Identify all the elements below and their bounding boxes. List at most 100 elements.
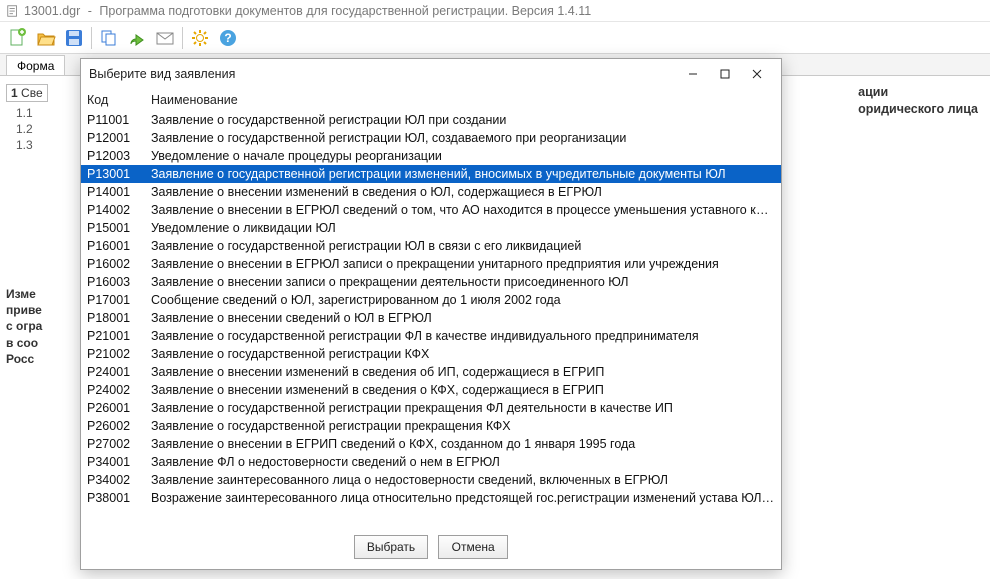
- row-code: Р11001: [87, 112, 151, 128]
- row-code: Р12003: [87, 148, 151, 164]
- list-row[interactable]: Р17001Сообщение сведений о ЮЛ, зарегистр…: [81, 291, 781, 309]
- select-type-dialog: Выберите вид заявления Код Наименование …: [80, 58, 782, 570]
- list-row[interactable]: Р24001Заявление о внесении изменений в с…: [81, 363, 781, 381]
- close-button[interactable]: [741, 61, 773, 87]
- row-code: Р13001: [87, 166, 151, 182]
- row-name: Заявление о внесении изменений в сведени…: [151, 382, 775, 398]
- app-icon: [6, 4, 20, 18]
- row-name: Заявление о внесении записи о прекращени…: [151, 274, 775, 290]
- row-name: Заявление о государственной регистрации …: [151, 400, 775, 416]
- row-code: Р21002: [87, 346, 151, 362]
- svg-text:?: ?: [224, 31, 231, 45]
- left-tree: 1 Све 1.1 1.2 1.3: [6, 84, 46, 153]
- type-list[interactable]: Р11001Заявление о государственной регист…: [81, 111, 781, 529]
- row-code: Р34002: [87, 472, 151, 488]
- row-name: Заявление о государственной регистрации …: [151, 112, 775, 128]
- mail-button[interactable]: [151, 24, 179, 52]
- row-code: Р17001: [87, 292, 151, 308]
- toolbar-separator-2: [182, 27, 183, 49]
- row-code: Р24002: [87, 382, 151, 398]
- row-code: Р12001: [87, 130, 151, 146]
- copy-button[interactable]: [95, 24, 123, 52]
- save-button[interactable]: [60, 24, 88, 52]
- dialog-title: Выберите вид заявления: [89, 67, 677, 81]
- list-row[interactable]: Р16003Заявление о внесении записи о прек…: [81, 273, 781, 291]
- row-name: Заявление о государственной регистрации …: [151, 346, 775, 362]
- list-row[interactable]: Р21001Заявление о государственной регист…: [81, 327, 781, 345]
- list-row[interactable]: Р12001Заявление о государственной регист…: [81, 129, 781, 147]
- row-code: Р14001: [87, 184, 151, 200]
- row-code: Р16003: [87, 274, 151, 290]
- cancel-button[interactable]: Отмена: [438, 535, 508, 559]
- app-filename: 13001.dgr: [24, 4, 80, 18]
- list-row[interactable]: Р16002Заявление о внесении в ЕГРЮЛ запис…: [81, 255, 781, 273]
- list-row[interactable]: Р34001Заявление ФЛ о недостоверности све…: [81, 453, 781, 471]
- list-row[interactable]: Р13001Заявление о государственной регист…: [81, 165, 781, 183]
- dialog-titlebar[interactable]: Выберите вид заявления: [81, 59, 781, 89]
- list-row[interactable]: Р21002Заявление о государственной регист…: [81, 345, 781, 363]
- tree-item-1-3[interactable]: 1.3: [14, 137, 46, 153]
- help-button[interactable]: ?: [214, 24, 242, 52]
- app-titlebar: 13001.dgr - Программа подготовки докумен…: [0, 0, 990, 22]
- row-code: Р34001: [87, 454, 151, 470]
- list-row[interactable]: Р18001Заявление о внесении сведений о ЮЛ…: [81, 309, 781, 327]
- row-code: Р38001: [87, 490, 151, 506]
- row-code: Р26001: [87, 400, 151, 416]
- row-code: Р16002: [87, 256, 151, 272]
- list-row[interactable]: Р38001Возражение заинтересованного лица …: [81, 489, 781, 507]
- tab-form[interactable]: Форма: [6, 55, 65, 75]
- tree-item-1[interactable]: 1 Све: [6, 84, 48, 102]
- row-name: Уведомление о ликвидации ЮЛ: [151, 220, 775, 236]
- list-row[interactable]: Р14001Заявление о внесении изменений в с…: [81, 183, 781, 201]
- list-header: Код Наименование: [81, 89, 781, 111]
- row-name: Уведомление о начале процедуры реорганиз…: [151, 148, 775, 164]
- tree-item-1-2[interactable]: 1.2: [14, 121, 46, 137]
- new-button[interactable]: [4, 24, 32, 52]
- row-code: Р16001: [87, 238, 151, 254]
- header-name[interactable]: Наименование: [151, 93, 775, 107]
- row-name: Заявление о государственной регистрации …: [151, 238, 775, 254]
- background-partial-text: Изме приве с огра в соо Росс: [6, 286, 58, 367]
- list-row[interactable]: Р26001Заявление о государственной регист…: [81, 399, 781, 417]
- row-name: Сообщение сведений о ЮЛ, зарегистрирован…: [151, 292, 775, 308]
- list-row[interactable]: Р16001Заявление о государственной регист…: [81, 237, 781, 255]
- row-name: Заявление заинтересованного лица о недос…: [151, 472, 775, 488]
- row-code: Р27002: [87, 436, 151, 452]
- minimize-button[interactable]: [677, 61, 709, 87]
- row-name: Заявление о государственной регистрации …: [151, 166, 775, 182]
- export-button[interactable]: [123, 24, 151, 52]
- header-code[interactable]: Код: [87, 93, 151, 107]
- dialog-body: Код Наименование Р11001Заявление о госуд…: [81, 89, 781, 529]
- list-row[interactable]: Р34002Заявление заинтересованного лица о…: [81, 471, 781, 489]
- list-row[interactable]: Р12003Уведомление о начале процедуры рео…: [81, 147, 781, 165]
- list-row[interactable]: Р27002Заявление о внесении в ЕГРИП сведе…: [81, 435, 781, 453]
- row-name: Заявление о внесении изменений в сведени…: [151, 184, 775, 200]
- list-row[interactable]: Р11001Заявление о государственной регист…: [81, 111, 781, 129]
- row-code: Р14002: [87, 202, 151, 218]
- tree-item-1-1[interactable]: 1.1: [14, 105, 46, 121]
- row-code: Р26002: [87, 418, 151, 434]
- list-row[interactable]: Р14002Заявление о внесении в ЕГРЮЛ сведе…: [81, 201, 781, 219]
- settings-button[interactable]: [186, 24, 214, 52]
- list-row[interactable]: Р15001Уведомление о ликвидации ЮЛ: [81, 219, 781, 237]
- list-row[interactable]: Р26002Заявление о государственной регист…: [81, 417, 781, 435]
- maximize-button[interactable]: [709, 61, 741, 87]
- row-name: Возражение заинтересованного лица относи…: [151, 490, 775, 506]
- list-row[interactable]: Р24002Заявление о внесении изменений в с…: [81, 381, 781, 399]
- row-code: Р18001: [87, 310, 151, 326]
- row-name: Заявление о государственной регистрации …: [151, 328, 775, 344]
- row-name: Заявление о государственной регистрации …: [151, 130, 775, 146]
- row-name: Заявление о внесении в ЕГРЮЛ записи о пр…: [151, 256, 775, 272]
- row-name: Заявление о внесении сведений о ЮЛ в ЕГР…: [151, 310, 775, 326]
- row-name: Заявление о внесении в ЕГРЮЛ сведений о …: [151, 202, 775, 218]
- dialog-buttons: Выбрать Отмена: [81, 529, 781, 569]
- row-code: Р24001: [87, 364, 151, 380]
- select-button[interactable]: Выбрать: [354, 535, 428, 559]
- open-button[interactable]: [32, 24, 60, 52]
- row-name: Заявление о внесении в ЕГРИП сведений о …: [151, 436, 775, 452]
- row-name: Заявление ФЛ о недостоверности сведений …: [151, 454, 775, 470]
- background-right-text: ации оридического лица: [858, 84, 978, 118]
- row-code: Р21001: [87, 328, 151, 344]
- row-name: Заявление о государственной регистрации …: [151, 418, 775, 434]
- app-title: Программа подготовки документов для госу…: [99, 4, 591, 18]
